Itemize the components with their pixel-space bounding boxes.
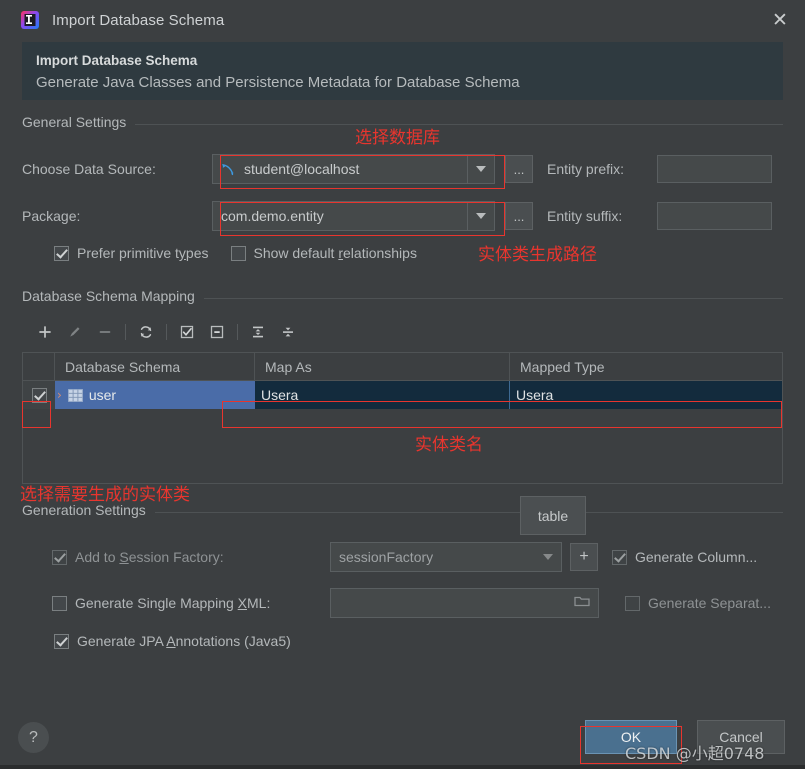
generate-single-mapping-xml-label: Generate Single Mapping XML:	[75, 595, 271, 611]
generate-jpa-annotations-checkbox[interactable]: Generate JPA Annotations (Java5)	[54, 633, 291, 649]
annotation-text: 选择数据库	[355, 128, 440, 148]
checkbox-box	[54, 633, 69, 649]
dialog-banner: Import Database Schema Generate Java Cla…	[22, 42, 783, 100]
table-header-checkbox-column	[23, 353, 55, 380]
mapping-toolbar	[22, 318, 783, 346]
table-header-mapped-type[interactable]: Mapped Type	[510, 353, 782, 380]
edit-button	[60, 319, 90, 345]
session-factory-row: Add to Session Factory: sessionFactory +…	[52, 542, 787, 572]
general-settings-body: Choose Data Source: student@localhost ..…	[0, 140, 805, 280]
package-label: Package:	[22, 208, 81, 224]
folder-icon[interactable]	[574, 595, 590, 611]
table-row[interactable]: › user Usera Usera	[23, 381, 782, 409]
generation-settings-body: Add to Session Factory: sessionFactory +…	[0, 528, 805, 649]
banner-subtitle: Generate Java Classes and Persistence Me…	[36, 74, 520, 91]
data-source-value: student@localhost	[244, 161, 360, 177]
mapping-group: Database Schema Mapping	[22, 288, 783, 304]
generate-column-checkbox[interactable]: Generate Column...	[612, 549, 757, 565]
entity-suffix-label: Entity suffix:	[547, 208, 623, 224]
row-mapped-type-cell[interactable]: Usera	[510, 381, 782, 409]
row-schema-name: user	[88, 387, 117, 403]
annotation-text: 选择需要生成的实体类	[20, 485, 190, 505]
chevron-down-icon[interactable]	[535, 543, 561, 571]
mapping-group-title: Database Schema Mapping	[22, 288, 204, 304]
window-title: Import Database Schema	[52, 11, 225, 29]
annotation-text: 实体类生成路径	[478, 245, 597, 265]
package-value: com.demo.entity	[221, 208, 324, 224]
table-header-row: Database Schema Map As Mapped Type	[23, 353, 782, 381]
session-factory-value: sessionFactory	[339, 549, 434, 565]
chevron-right-icon[interactable]: ›	[57, 388, 62, 402]
toolbar-separator	[166, 324, 167, 340]
add-button[interactable]	[30, 319, 60, 345]
checkbox-box	[31, 387, 47, 403]
checkbox-box	[54, 245, 69, 261]
collapse-all-button[interactable]	[273, 319, 303, 345]
chevron-down-icon[interactable]	[468, 202, 494, 230]
checkbox-box	[52, 549, 67, 565]
refresh-button[interactable]	[131, 319, 161, 345]
add-session-factory-button[interactable]: +	[570, 543, 598, 571]
expand-all-button[interactable]	[243, 319, 273, 345]
schema-mapping-table[interactable]: Database Schema Map As Mapped Type › use…	[22, 352, 783, 484]
window-bottom-strip	[0, 765, 805, 769]
package-row: Package: com.demo.entity ... Entity suff…	[22, 201, 783, 231]
single-mapping-xml-row: Generate Single Mapping XML: Generate Se…	[52, 588, 787, 618]
deselect-all-button[interactable]	[202, 319, 232, 345]
general-settings-title: General Settings	[22, 114, 136, 130]
checkbox-box	[625, 595, 640, 611]
single-mapping-xml-input[interactable]	[330, 588, 599, 618]
mysql-dolphin-icon	[221, 162, 236, 177]
checkbox-box	[612, 549, 627, 565]
intellij-idea-icon	[20, 10, 40, 30]
row-database-schema-cell[interactable]: › user	[55, 381, 255, 409]
prefer-primitive-types-checkbox[interactable]: Prefer primitive types	[54, 245, 209, 261]
row-map-as-cell[interactable]: Usera	[255, 381, 510, 409]
entity-suffix-input[interactable]	[657, 202, 772, 230]
banner-title: Import Database Schema	[36, 53, 198, 68]
generate-column-label: Generate Column...	[635, 549, 758, 565]
table-grid-icon	[67, 388, 83, 402]
help-button[interactable]: ?	[18, 722, 49, 753]
data-source-browse-button[interactable]: ...	[505, 155, 533, 183]
generate-jpa-annotations-label: Generate JPA Annotations (Java5)	[77, 633, 291, 649]
close-icon[interactable]: ✕	[767, 7, 793, 33]
prefer-primitive-types-label: Prefer primitive types	[77, 245, 209, 261]
generate-separate-checkbox[interactable]: Generate Separat...	[625, 595, 771, 611]
session-factory-combobox[interactable]: sessionFactory	[330, 542, 562, 572]
generate-single-mapping-xml-checkbox[interactable]: Generate Single Mapping XML:	[52, 595, 330, 611]
toolbar-separator	[237, 324, 238, 340]
select-all-button[interactable]	[172, 319, 202, 345]
show-default-relationships-label: Show default relationships	[253, 245, 417, 261]
title-bar: Import Database Schema ✕	[0, 0, 805, 40]
remove-button	[90, 319, 120, 345]
table-tooltip: table	[520, 496, 586, 535]
general-checkbox-row: Prefer primitive types Show default rela…	[54, 245, 417, 261]
table-header-map-as[interactable]: Map As	[255, 353, 510, 380]
data-source-label: Choose Data Source:	[22, 161, 156, 177]
add-to-session-factory-label: Add to Session Factory:	[75, 549, 224, 565]
add-to-session-factory-checkbox[interactable]: Add to Session Factory:	[52, 549, 330, 565]
combobox-divider	[467, 155, 468, 183]
data-source-combobox[interactable]: student@localhost	[212, 154, 495, 184]
chevron-down-icon[interactable]	[468, 155, 494, 183]
data-source-row: Choose Data Source: student@localhost ..…	[22, 154, 783, 184]
entity-prefix-label: Entity prefix:	[547, 161, 625, 177]
entity-prefix-input[interactable]	[657, 155, 772, 183]
package-combobox[interactable]: com.demo.entity	[212, 201, 495, 231]
row-select-checkbox[interactable]	[23, 381, 55, 409]
package-browse-button[interactable]: ...	[505, 202, 533, 230]
combobox-divider	[467, 202, 468, 230]
show-default-relationships-checkbox[interactable]: Show default relationships	[230, 245, 417, 261]
checkbox-box	[52, 595, 67, 611]
generate-separate-label: Generate Separat...	[648, 595, 771, 611]
watermark: CSDN @小超0748	[625, 744, 765, 763]
checkbox-box	[230, 245, 246, 261]
annotation-text: 实体类名	[415, 435, 483, 455]
toolbar-separator	[125, 324, 126, 340]
table-header-database-schema[interactable]: Database Schema	[55, 353, 255, 380]
